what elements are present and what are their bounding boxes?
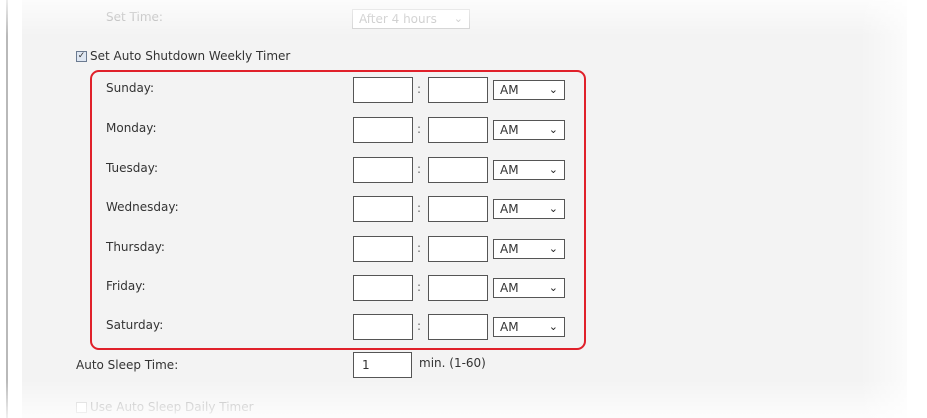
hour-input[interactable] [353,236,413,262]
chevron-down-icon: ⌄ [548,202,558,215]
time-separator: : [417,162,422,176]
weekly-timer-checkbox[interactable]: ✓ [76,51,87,62]
minute-input[interactable] [428,314,488,340]
ampm-select[interactable]: AM ⌄ [493,120,565,140]
chevron-down-icon: ⌄ [548,83,558,96]
daily-timer-label: Use Auto Sleep Daily Timer [90,400,254,414]
auto-sleep-unit: min. (1-60) [419,356,486,370]
ampm-select[interactable]: AM ⌄ [493,199,565,219]
day-label: Tuesday: [106,161,158,175]
minute-input[interactable] [428,157,488,183]
day-row-sunday: Sunday: : AM ⌄ [0,77,927,103]
auto-sleep-label: Auto Sleep Time: [76,358,179,372]
set-time-select[interactable]: After 4 hours ⌄ [352,9,470,29]
chevron-down-icon: ⌄ [548,242,558,255]
auto-sleep-input[interactable]: 1 [353,352,412,378]
day-label: Saturday: [106,318,164,332]
chevron-down-icon: ⌄ [548,163,558,176]
set-time-value: After 4 hours [359,12,437,26]
day-row-saturday: Saturday: : AM ⌄ [0,314,927,340]
minute-input[interactable] [428,77,488,103]
day-label: Friday: [106,279,146,293]
day-label: Thursday: [106,240,165,254]
ampm-value: AM [500,83,519,97]
time-separator: : [417,241,422,255]
chevron-down-icon: ⌄ [453,12,463,25]
ampm-value: AM [500,163,519,177]
ampm-select[interactable]: AM ⌄ [493,317,565,337]
day-row-thursday: Thursday: : AM ⌄ [0,236,927,262]
hour-input[interactable] [353,117,413,143]
daily-timer-checkbox[interactable] [76,402,87,413]
chevron-down-icon: ⌄ [548,320,558,333]
ampm-value: AM [500,202,519,216]
minute-input[interactable] [428,236,488,262]
time-separator: : [417,82,422,96]
time-separator: : [417,319,422,333]
hour-input[interactable] [353,275,413,301]
day-row-wednesday: Wednesday: : AM ⌄ [0,196,927,222]
hour-input[interactable] [353,314,413,340]
day-row-tuesday: Tuesday: : AM ⌄ [0,157,927,183]
ampm-select[interactable]: AM ⌄ [493,80,565,100]
day-row-monday: Monday: : AM ⌄ [0,117,927,143]
hour-input[interactable] [353,196,413,222]
day-label: Sunday: [106,81,155,95]
chevron-down-icon: ⌄ [548,123,558,136]
day-label: Wednesday: [106,200,179,214]
ampm-select[interactable]: AM ⌄ [493,239,565,259]
ampm-value: AM [500,242,519,256]
ampm-value: AM [500,123,519,137]
ampm-select[interactable]: AM ⌄ [493,160,565,180]
time-separator: : [417,280,422,294]
ampm-value: AM [500,281,519,295]
ampm-select[interactable]: AM ⌄ [493,278,565,298]
minute-input[interactable] [428,275,488,301]
day-label: Monday: [106,121,157,135]
minute-input[interactable] [428,196,488,222]
set-time-label: Set Time: [106,10,163,24]
ampm-value: AM [500,320,519,334]
hour-input[interactable] [353,157,413,183]
minute-input[interactable] [428,117,488,143]
time-separator: : [417,122,422,136]
time-separator: : [417,201,422,215]
chevron-down-icon: ⌄ [548,281,558,294]
weekly-timer-label: Set Auto Shutdown Weekly Timer [90,49,291,63]
day-row-friday: Friday: : AM ⌄ [0,275,927,301]
hour-input[interactable] [353,77,413,103]
